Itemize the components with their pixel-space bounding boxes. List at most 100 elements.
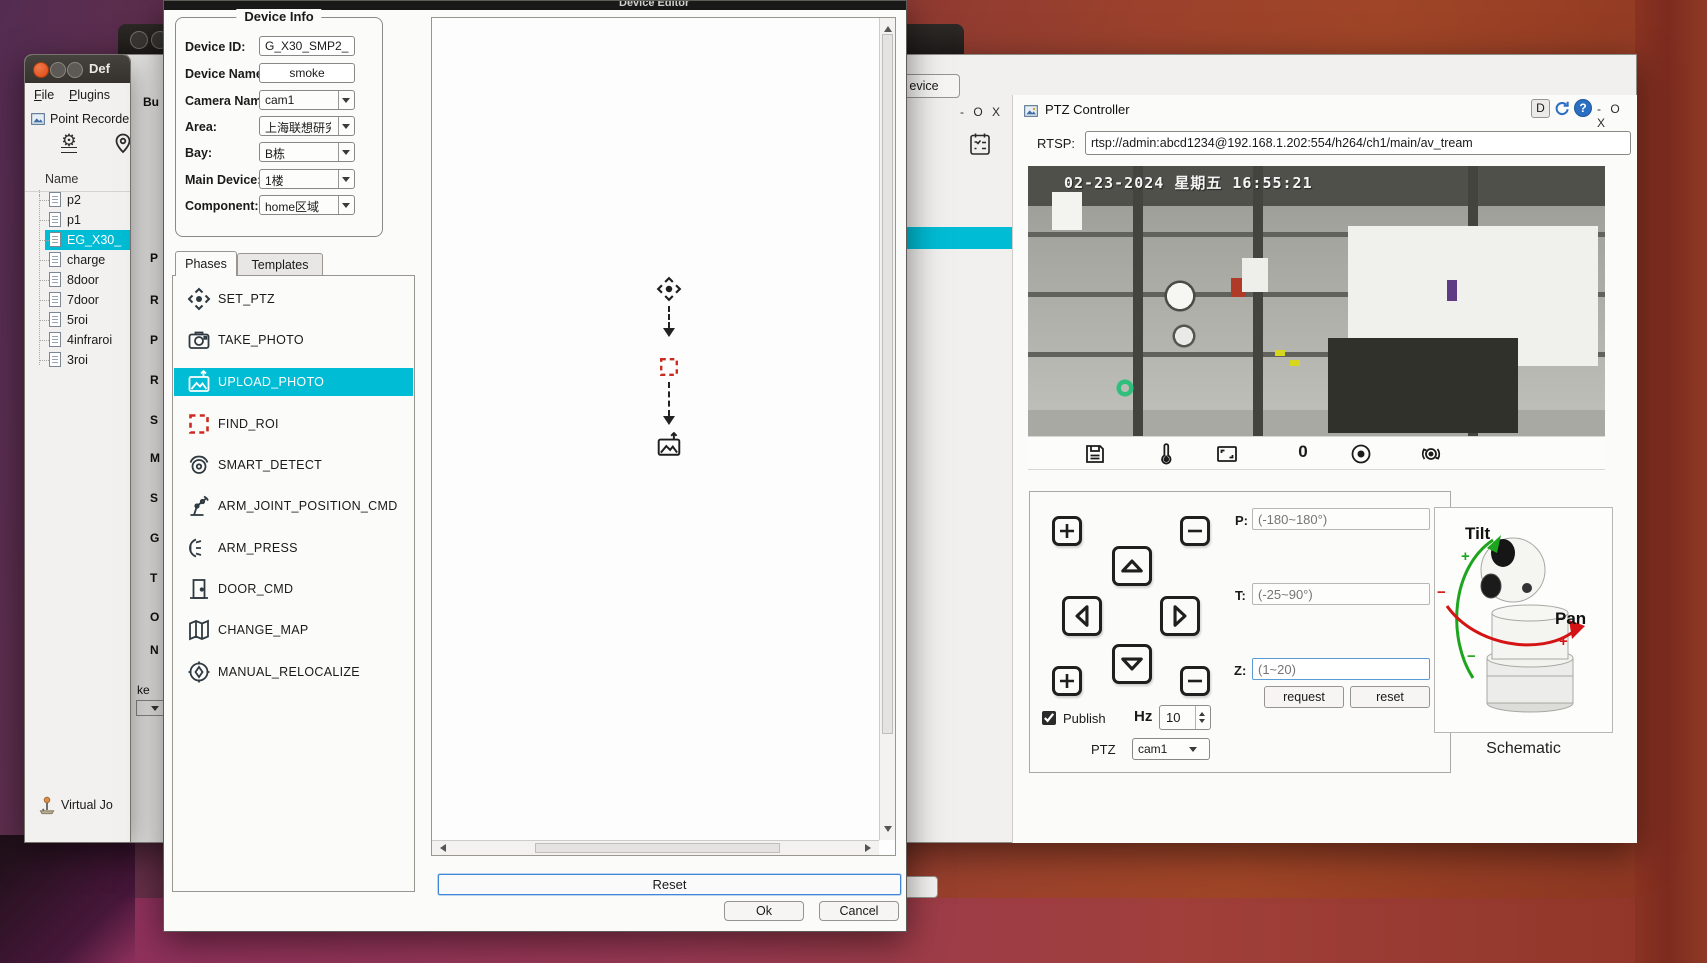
bg-fragment-label: P	[150, 333, 158, 347]
flow-canvas[interactable]	[431, 17, 896, 856]
phase-item[interactable]: ARM_JOINT_POSITION_CMD	[174, 492, 413, 520]
tree-item[interactable]: p1	[25, 210, 130, 230]
tree-item[interactable]: 4infraroi	[25, 330, 130, 350]
tree-item[interactable]: 8door	[25, 270, 130, 290]
menu-plugins[interactable]: Plugins	[69, 88, 110, 102]
flow-arrow	[668, 382, 670, 416]
phase-item[interactable]: MANUAL_RELOCALIZE	[174, 658, 413, 686]
zoom-plus-button[interactable]	[1052, 666, 1082, 696]
bg-window-button-1[interactable]	[130, 31, 148, 49]
virtual-joystick-item[interactable]: Virtual Jo	[25, 794, 130, 818]
phase-item[interactable]: SMART_DETECT	[174, 451, 413, 479]
ptz-window-controls[interactable]: - O X	[1597, 102, 1637, 130]
tree-item[interactable]: charge	[25, 250, 130, 270]
help-icon[interactable]: ?	[1574, 99, 1592, 117]
bay-select[interactable]: B栋	[259, 142, 355, 162]
map-pin-icon[interactable]	[111, 131, 131, 155]
ptz-camera-select[interactable]: cam1	[1132, 738, 1210, 760]
tree-item[interactable]: 3roi	[25, 350, 130, 370]
hz-spinner[interactable]: 10	[1159, 705, 1211, 730]
document-icon	[49, 192, 61, 207]
tree-header[interactable]: Name	[25, 169, 130, 192]
scroll-up-arrow[interactable]	[884, 22, 892, 32]
phase-item[interactable]: DOOR_CMD	[174, 575, 413, 603]
phase-item[interactable]: TAKE_PHOTO	[174, 326, 413, 354]
checklist-icon[interactable]	[968, 131, 992, 157]
vertical-scrollbar[interactable]	[879, 18, 895, 840]
bg-fragment-label: Bu	[143, 95, 159, 109]
camera-name-select[interactable]: cam1	[259, 90, 355, 110]
reset-button[interactable]: Reset	[438, 874, 901, 895]
webcam-rotate-icon[interactable]	[1419, 442, 1443, 466]
bg-fragment-combo[interactable]	[136, 700, 164, 716]
refresh-icon[interactable]	[1553, 99, 1572, 118]
flow-node-find-roi[interactable]	[658, 356, 680, 378]
save-icon[interactable]	[1083, 442, 1107, 466]
pan-plus-button[interactable]	[1052, 516, 1082, 546]
phase-item[interactable]: CHANGE_MAP	[174, 616, 413, 644]
hz-spin-buttons[interactable]	[1195, 706, 1210, 729]
flow-arrowhead	[663, 416, 675, 431]
area-select[interactable]: 上海联想研究	[259, 116, 355, 136]
cancel-button[interactable]: Cancel	[819, 901, 899, 921]
field-label: Component:	[185, 199, 259, 213]
pan-right-button[interactable]	[1160, 596, 1200, 636]
tilt-input[interactable]	[1252, 583, 1430, 605]
tree-item-selected[interactable]: EG_X30_	[25, 230, 130, 250]
device-name-input[interactable]	[259, 63, 355, 83]
tilt-down-button[interactable]	[1112, 644, 1152, 684]
device-id-input[interactable]	[259, 36, 355, 56]
phase-item[interactable]: FIND_ROI	[174, 410, 413, 438]
bg-fragment-label: G	[150, 531, 159, 545]
phase-item[interactable]: SET_PTZ	[174, 285, 413, 313]
pan-input[interactable]	[1252, 508, 1430, 530]
document-icon	[49, 332, 61, 347]
request-button[interactable]: request	[1264, 686, 1344, 708]
zoom-input[interactable]	[1252, 658, 1430, 680]
field-label: Area:	[185, 120, 217, 134]
phase-item[interactable]: ARM_PRESS	[174, 534, 413, 562]
scroll-right-arrow[interactable]	[865, 844, 875, 852]
flow-node-set-ptz[interactable]	[656, 276, 682, 302]
menu-file[interactable]: File	[34, 88, 54, 102]
ptz-d-button[interactable]: D	[1531, 99, 1550, 118]
tilt-axis-label: Tilt	[1465, 524, 1490, 544]
pan-minus-button[interactable]	[1180, 516, 1210, 546]
settings-gear-icon[interactable]	[58, 131, 80, 153]
scroll-left-arrow[interactable]	[436, 844, 446, 852]
rtsp-input[interactable]	[1085, 131, 1631, 155]
main-device-select[interactable]: 1楼	[259, 169, 355, 189]
tree-item[interactable]: 7door	[25, 290, 130, 310]
tree-item[interactable]: 5roi	[25, 310, 130, 330]
scroll-down-arrow[interactable]	[884, 826, 892, 836]
component-select[interactable]: home区域	[259, 195, 355, 215]
close-icon[interactable]	[33, 62, 49, 78]
flow-node-upload-photo[interactable]	[656, 432, 682, 458]
menubar: File Plugins	[25, 83, 130, 107]
tilt-up-button[interactable]	[1112, 546, 1152, 586]
scrollbar-thumb[interactable]	[535, 843, 780, 853]
phase-item-selected[interactable]: UPLOAD_PHOTO	[174, 368, 413, 396]
document-icon	[49, 312, 61, 327]
publish-checkbox[interactable]	[1042, 711, 1056, 725]
bg-panel-window-controls[interactable]: - O X	[960, 105, 1003, 119]
reset-ptz-button[interactable]: reset	[1350, 686, 1430, 708]
record-icon[interactable]	[1349, 442, 1373, 466]
left-window-titlebar[interactable]: Def	[25, 55, 130, 83]
video-feed[interactable]: 02-23-2024 星期五 16:55:21	[1028, 166, 1605, 436]
tree-header-label: Name	[45, 172, 78, 186]
minimize-icon[interactable]	[50, 62, 66, 78]
fullscreen-icon[interactable]	[1215, 442, 1239, 466]
tab-phases[interactable]: Phases	[175, 251, 237, 276]
tree-item[interactable]: p2	[25, 190, 130, 210]
scrollbar-thumb[interactable]	[882, 34, 893, 734]
tab-templates[interactable]: Templates	[237, 253, 323, 276]
thermometer-icon[interactable]	[1154, 442, 1178, 466]
zoom-minus-button[interactable]	[1180, 666, 1210, 696]
maximize-icon[interactable]	[67, 62, 83, 78]
horizontal-scrollbar[interactable]	[432, 840, 879, 855]
document-icon	[49, 232, 61, 247]
ok-button[interactable]: Ok	[724, 901, 804, 921]
video-timestamp: 02-23-2024 星期五 16:55:21	[1064, 172, 1313, 193]
pan-left-button[interactable]	[1062, 596, 1102, 636]
